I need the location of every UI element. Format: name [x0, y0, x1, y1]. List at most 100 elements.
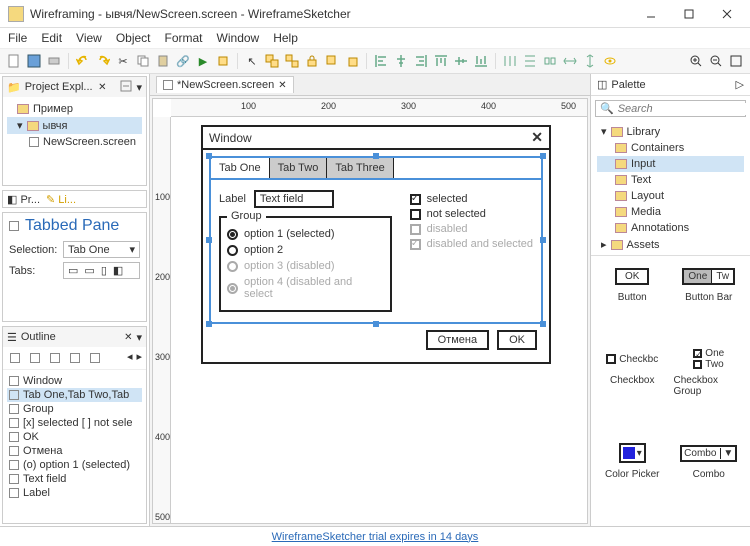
- palette-category[interactable]: Containers: [597, 140, 744, 156]
- outline-tool-icon[interactable]: [47, 350, 63, 366]
- align-top-icon[interactable]: [433, 53, 449, 69]
- outline-tool-icon[interactable]: [87, 350, 103, 366]
- palette-category[interactable]: Text: [597, 172, 744, 188]
- palette-category[interactable]: Layout: [597, 188, 744, 204]
- outline-list[interactable]: WindowTab One,Tab Two,TabGroup[x] select…: [3, 370, 146, 523]
- outline-tool-icon[interactable]: [27, 350, 43, 366]
- zoom-out-icon[interactable]: [708, 53, 724, 69]
- collapse-icon[interactable]: [120, 80, 132, 95]
- tab-shape-icon[interactable]: ◧: [113, 264, 123, 277]
- close-button[interactable]: [708, 3, 746, 25]
- same-height-icon[interactable]: [582, 53, 598, 69]
- menu-file[interactable]: File: [8, 31, 27, 45]
- palette-category[interactable]: Input: [597, 156, 744, 172]
- menu-window[interactable]: Window: [217, 31, 260, 45]
- wf-ok-button[interactable]: OK: [497, 330, 537, 350]
- palette-item[interactable]: ▾Color Picker: [597, 441, 668, 518]
- palette-item[interactable]: ✓OneTwoCheckbox Group: [674, 347, 745, 435]
- align-bottom-icon[interactable]: [473, 53, 489, 69]
- minimize-button[interactable]: [632, 3, 670, 25]
- view-menu-icon[interactable]: ▾: [136, 81, 142, 94]
- editor-tab[interactable]: *NewScreen.screen ✕: [156, 76, 294, 93]
- lock-icon[interactable]: [304, 53, 320, 69]
- same-width-icon[interactable]: [562, 53, 578, 69]
- visibility-icon[interactable]: [602, 53, 618, 69]
- palette-item[interactable]: OKButton: [597, 264, 668, 341]
- view-menu-icon[interactable]: ▾: [136, 331, 142, 344]
- palette-search-input[interactable]: [618, 103, 750, 115]
- back-icon[interactable]: [344, 53, 360, 69]
- outline-item[interactable]: Отмена: [7, 444, 142, 458]
- wf-radio[interactable]: option 1 (selected): [227, 228, 384, 240]
- palette-category[interactable]: Annotations: [597, 220, 744, 236]
- outline-nav-right-icon[interactable]: ▸: [136, 350, 142, 366]
- tab-left-icon[interactable]: ▯: [101, 264, 107, 277]
- tab-top-icon[interactable]: ▭: [68, 264, 78, 277]
- outline-item[interactable]: [x] selected [ ] not sele: [7, 416, 142, 430]
- wf-label[interactable]: Label: [219, 193, 246, 205]
- wf-radio[interactable]: option 3 (disabled): [227, 260, 384, 272]
- wf-checkbox-group[interactable]: ✓selected not selected disabled ✓disabled a…: [410, 190, 533, 312]
- tree-item[interactable]: ▾ Library: [597, 123, 744, 140]
- save-icon[interactable]: [26, 53, 42, 69]
- outline-item[interactable]: Label: [7, 486, 142, 500]
- wf-radio[interactable]: option 2: [227, 244, 384, 256]
- outline-item[interactable]: Text field: [7, 472, 142, 486]
- palette-item[interactable]: Combo▼Combo: [674, 441, 745, 518]
- wf-checkbox[interactable]: ✓disabled and selected: [410, 238, 533, 250]
- wireframe-window[interactable]: Window ✕ Tab One Tab Two Tab Three: [201, 125, 551, 364]
- outline-tool-icon[interactable]: [67, 350, 83, 366]
- ungroup-icon[interactable]: [284, 53, 300, 69]
- align-middle-icon[interactable]: [453, 53, 469, 69]
- wf-close-icon[interactable]: ✕: [531, 129, 543, 146]
- zoom-in-icon[interactable]: [688, 53, 704, 69]
- outline-item[interactable]: (o) option 1 (selected): [7, 458, 142, 472]
- undo-icon[interactable]: [75, 53, 91, 69]
- wf-checkbox[interactable]: disabled: [410, 223, 533, 235]
- outline-item[interactable]: OK: [7, 430, 142, 444]
- wf-checkbox[interactable]: not selected: [410, 208, 533, 220]
- wf-cancel-button[interactable]: Отмена: [426, 330, 489, 350]
- wf-tab[interactable]: Tab Three: [327, 158, 393, 178]
- tree-item[interactable]: Пример: [7, 101, 142, 117]
- align-right-icon[interactable]: [413, 53, 429, 69]
- spacing-icon[interactable]: [542, 53, 558, 69]
- palette-grid[interactable]: OKButtonOneTwButton BarCheckbcCheckbox✓O…: [591, 256, 750, 526]
- outline-nav-left-icon[interactable]: ◂: [127, 350, 133, 366]
- menu-edit[interactable]: Edit: [41, 31, 62, 45]
- links-tab[interactable]: ✎ Li...: [46, 193, 76, 206]
- paste-icon[interactable]: [155, 53, 171, 69]
- link-icon[interactable]: 🔗: [175, 53, 191, 69]
- align-center-icon[interactable]: [393, 53, 409, 69]
- outline-item[interactable]: Tab One,Tab Two,Tab: [7, 388, 142, 402]
- wf-text-field[interactable]: Text field: [254, 190, 334, 208]
- palette-search[interactable]: 🔍: [595, 100, 746, 117]
- dist-v-icon[interactable]: [522, 53, 538, 69]
- outline-item[interactable]: Window: [7, 374, 142, 388]
- cursor-icon[interactable]: ↖: [244, 53, 260, 69]
- outline-item[interactable]: Group: [7, 402, 142, 416]
- print-icon[interactable]: [46, 53, 62, 69]
- maximize-button[interactable]: [670, 3, 708, 25]
- zoom-fit-icon[interactable]: [728, 53, 744, 69]
- cut-icon[interactable]: ✂: [115, 53, 131, 69]
- wf-tab[interactable]: Tab Two: [270, 158, 328, 178]
- design-canvas[interactable]: Window ✕ Tab One Tab Two Tab Three: [171, 117, 587, 523]
- wf-tabbed-pane-selected[interactable]: Tab One Tab Two Tab Three Label Text fie…: [209, 156, 543, 324]
- dist-h-icon[interactable]: [502, 53, 518, 69]
- menu-view[interactable]: View: [76, 31, 102, 45]
- properties-tab[interactable]: ◧ Pr...: [7, 193, 40, 206]
- view-close-icon[interactable]: ✕: [98, 82, 106, 93]
- group-icon[interactable]: [264, 53, 280, 69]
- new-icon[interactable]: [6, 53, 22, 69]
- wf-radio[interactable]: option 4 (disabled and select: [227, 276, 384, 300]
- menu-object[interactable]: Object: [116, 31, 151, 45]
- tree-item[interactable]: ▸ Assets: [597, 236, 744, 253]
- palette-category[interactable]: Media: [597, 204, 744, 220]
- palette-collapse-icon[interactable]: ▷: [736, 78, 744, 91]
- tabs-position[interactable]: ▭ ▭ ▯ ◧: [63, 262, 140, 279]
- tab-close-icon[interactable]: ✕: [278, 80, 286, 91]
- wf-checkbox[interactable]: ✓selected: [410, 193, 533, 205]
- wf-tab[interactable]: Tab One: [211, 158, 270, 178]
- view-close-icon[interactable]: ✕: [124, 332, 132, 343]
